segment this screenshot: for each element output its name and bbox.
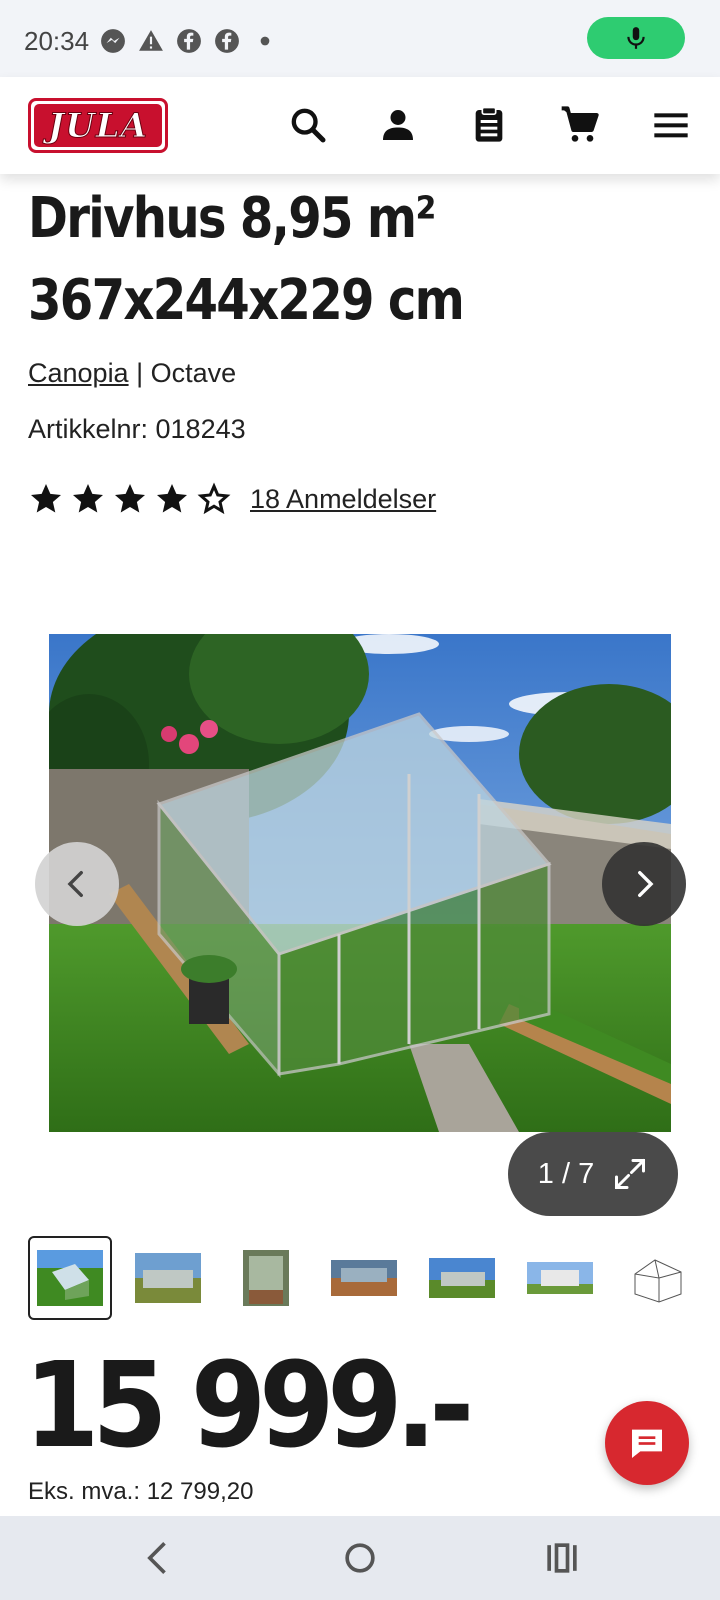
chevron-left-icon: [67, 870, 83, 898]
recent-apps-icon[interactable]: [540, 1536, 584, 1580]
facebook-icon: [215, 29, 239, 53]
system-navigation-bar: [0, 1516, 720, 1600]
site-header: JULA: [0, 77, 720, 174]
star-rating[interactable]: [28, 481, 232, 517]
brand-line: Canopia | Octave: [28, 358, 236, 389]
status-bar: 20:34: [0, 0, 720, 77]
thumbnail-image: [331, 1260, 397, 1296]
list-icon[interactable]: [469, 105, 509, 145]
star-filled-icon: [31, 484, 61, 513]
product-title-line1: Drivhus 8,95 m²: [28, 186, 436, 251]
thumbnail-image: [625, 1250, 691, 1306]
messenger-icon: [101, 29, 125, 53]
star-filled-icon: [115, 484, 145, 513]
star-filled-icon: [157, 484, 187, 513]
notification-icons: [100, 28, 278, 54]
image-counter: 1 / 7: [537, 1157, 595, 1190]
thumbnail[interactable]: [616, 1236, 700, 1320]
search-icon[interactable]: [288, 105, 328, 145]
brand-separator: |: [128, 358, 151, 388]
home-icon[interactable]: [338, 1536, 382, 1580]
dot-icon: [260, 36, 270, 46]
logo-text: JULA: [34, 104, 162, 147]
thumbnail-image: [527, 1262, 593, 1294]
product-price: 15 999.-: [24, 1336, 474, 1474]
thumbnail-image: [243, 1250, 289, 1306]
jula-logo[interactable]: JULA: [28, 98, 168, 153]
thumbnail[interactable]: [28, 1236, 112, 1320]
article-number: Artikkelnr: 018243: [28, 414, 246, 444]
reviews-link[interactable]: 18 Anmeldelser: [250, 484, 436, 515]
menu-icon[interactable]: [651, 105, 691, 145]
microphone-indicator[interactable]: [587, 17, 685, 59]
star-empty-icon: [197, 482, 231, 515]
thumbnail-image: [429, 1258, 495, 1298]
thumbnail[interactable]: [518, 1236, 602, 1320]
thumbnail-image: [135, 1253, 201, 1303]
facebook-icon: [177, 29, 201, 53]
microphone-icon: [627, 27, 645, 49]
warning-icon: [139, 30, 163, 51]
thumbnail-image: [37, 1250, 103, 1306]
brand-link[interactable]: Canopia: [28, 358, 129, 388]
next-image-button[interactable]: [602, 842, 686, 926]
chevron-right-icon: [638, 870, 654, 898]
cart-icon[interactable]: [560, 105, 600, 145]
chat-button[interactable]: [605, 1401, 689, 1485]
product-image[interactable]: [49, 634, 671, 1132]
chat-icon: [632, 1429, 662, 1458]
greenhouse-photo: [49, 634, 671, 1132]
thumbnail[interactable]: [322, 1236, 406, 1320]
expand-icon: [615, 1159, 646, 1189]
back-icon[interactable]: [137, 1536, 181, 1580]
price-ex-vat: Eks. mva.: 12 799,20: [28, 1478, 254, 1505]
status-time: 20:34: [24, 26, 90, 56]
product-series: Octave: [150, 358, 237, 388]
previous-image-button[interactable]: [35, 842, 119, 926]
account-icon[interactable]: [378, 105, 418, 145]
product-title-line2: 367x244x229 cm: [28, 268, 465, 333]
image-counter-fullscreen-button[interactable]: 1 / 7: [508, 1132, 678, 1216]
rating-row: 18 Anmeldelser: [28, 481, 436, 517]
thumbnail-strip: [28, 1236, 714, 1320]
thumbnail[interactable]: [126, 1236, 210, 1320]
thumbnail[interactable]: [224, 1236, 308, 1320]
star-filled-icon: [73, 484, 103, 513]
thumbnail[interactable]: [420, 1236, 504, 1320]
product-title: Drivhus 8,95 m² 367x244x229 cm: [28, 178, 682, 342]
